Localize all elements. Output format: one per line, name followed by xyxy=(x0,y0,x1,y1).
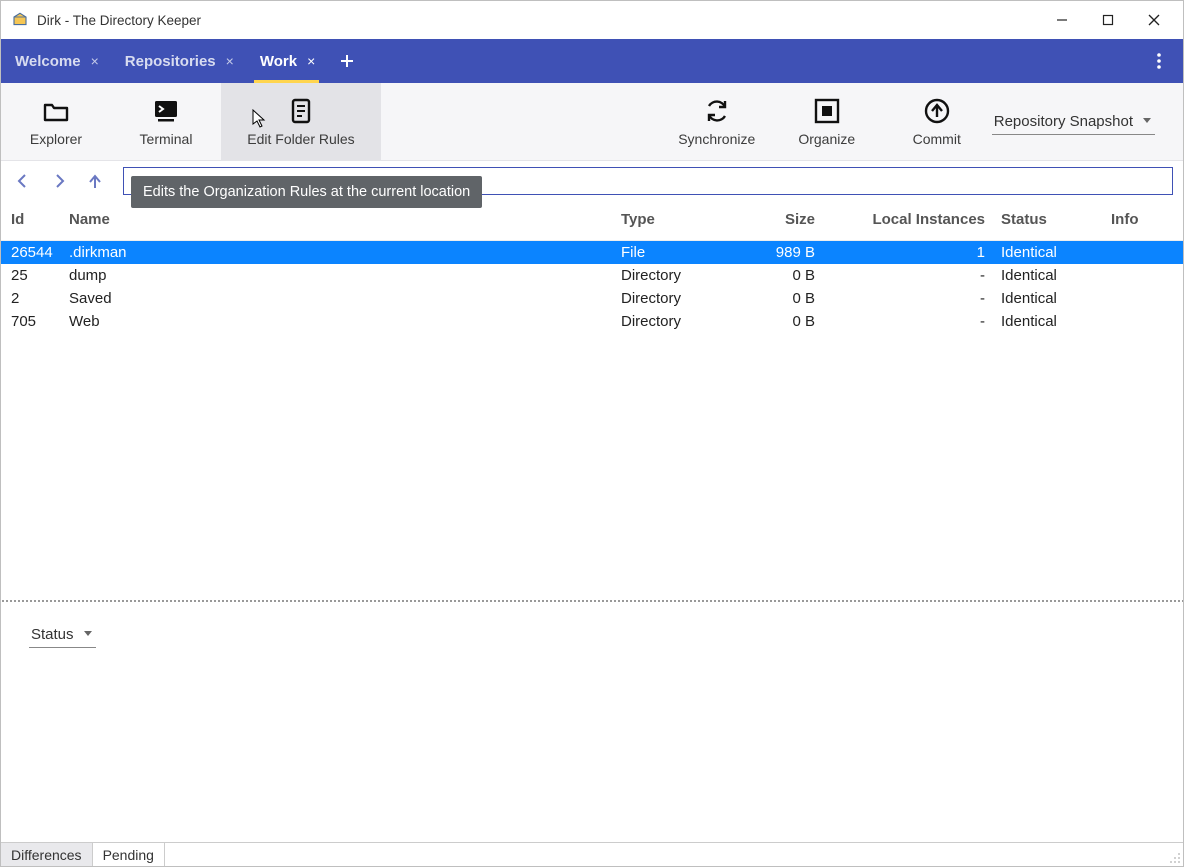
cell-info xyxy=(1103,241,1183,265)
terminal-button[interactable]: Terminal xyxy=(111,83,221,160)
titlebar: Dirk - The Directory Keeper xyxy=(1,1,1183,39)
bottom-tab-label: Pending xyxy=(103,847,154,863)
cell-status: Identical xyxy=(993,264,1103,287)
col-size[interactable]: Size xyxy=(723,201,823,241)
tab-welcome[interactable]: Welcome × xyxy=(1,39,111,83)
cell-type: Directory xyxy=(613,310,723,333)
toolbar-label: Commit xyxy=(913,131,961,147)
cell-local: - xyxy=(823,310,993,333)
minimize-button[interactable] xyxy=(1039,5,1085,35)
cell-local: 1 xyxy=(823,241,993,265)
tab-label: Repositories xyxy=(125,53,216,70)
bottom-tab-label: Differences xyxy=(11,847,82,863)
cell-name: .dirkman xyxy=(61,241,613,265)
maximize-button[interactable] xyxy=(1085,5,1131,35)
tab-repositories[interactable]: Repositories × xyxy=(111,39,246,83)
organize-icon xyxy=(813,97,841,125)
cell-id: 26544 xyxy=(1,241,61,265)
cell-name: dump xyxy=(61,264,613,287)
cell-size: 0 B xyxy=(723,264,823,287)
col-type[interactable]: Type xyxy=(613,201,723,241)
chevron-down-icon xyxy=(1141,113,1153,130)
table-row[interactable]: 705WebDirectory0 B-Identical xyxy=(1,310,1183,333)
organize-button[interactable]: Organize xyxy=(772,83,882,160)
table-row[interactable]: 26544.dirkmanFile989 B1Identical xyxy=(1,241,1183,265)
tab-label: Work xyxy=(260,53,297,70)
sync-icon xyxy=(703,97,731,125)
cell-name: Saved xyxy=(61,287,613,310)
bottom-tabs: Differences Pending xyxy=(1,842,1183,866)
nav-forward-button[interactable] xyxy=(43,165,75,197)
status-dropdown[interactable]: Status xyxy=(29,624,96,648)
toolbar: Explorer Terminal Edit Folder Rules Sync… xyxy=(1,83,1183,161)
lower-panel: Status xyxy=(1,602,1183,842)
toolbar-label: Synchronize xyxy=(678,131,755,147)
table-row[interactable]: 25dumpDirectory0 B-Identical xyxy=(1,264,1183,287)
cell-local: - xyxy=(823,287,993,310)
file-table: Id Name Type Size Local Instances Status… xyxy=(1,201,1183,333)
window-title: Dirk - The Directory Keeper xyxy=(37,13,201,28)
col-info[interactable]: Info xyxy=(1103,201,1183,241)
nav-back-button[interactable] xyxy=(7,165,39,197)
folder-icon xyxy=(42,97,70,125)
synchronize-button[interactable]: Synchronize xyxy=(662,83,772,160)
toolbar-label: Explorer xyxy=(30,131,82,147)
tooltip: Edits the Organization Rules at the curr… xyxy=(131,176,482,208)
rules-icon xyxy=(287,97,315,125)
toolbar-label: Organize xyxy=(798,131,855,147)
close-icon[interactable]: × xyxy=(226,54,234,68)
snapshot-dropdown[interactable]: Repository Snapshot xyxy=(992,83,1183,160)
cell-id: 2 xyxy=(1,287,61,310)
cell-local: - xyxy=(823,264,993,287)
col-local[interactable]: Local Instances xyxy=(823,201,993,241)
cell-size: 0 B xyxy=(723,287,823,310)
close-button[interactable] xyxy=(1131,5,1177,35)
cell-status: Identical xyxy=(993,310,1103,333)
cell-info xyxy=(1103,310,1183,333)
cell-size: 0 B xyxy=(723,310,823,333)
cell-size: 989 B xyxy=(723,241,823,265)
edit-folder-rules-button[interactable]: Edit Folder Rules xyxy=(221,83,381,160)
cell-status: Identical xyxy=(993,241,1103,265)
tab-work[interactable]: Work × xyxy=(246,39,327,83)
tabstrip: Welcome × Repositories × Work × xyxy=(1,39,1183,83)
commit-button[interactable]: Commit xyxy=(882,83,992,160)
bottom-tab-pending[interactable]: Pending xyxy=(93,843,165,866)
app-icon xyxy=(11,11,29,29)
cell-info xyxy=(1103,287,1183,310)
close-icon[interactable]: × xyxy=(307,54,315,68)
cell-info xyxy=(1103,264,1183,287)
table-empty-area xyxy=(1,333,1183,598)
cell-status: Identical xyxy=(993,287,1103,310)
col-status[interactable]: Status xyxy=(993,201,1103,241)
cell-id: 705 xyxy=(1,310,61,333)
tooltip-text: Edits the Organization Rules at the curr… xyxy=(143,184,470,200)
resize-grip-icon[interactable] xyxy=(1167,850,1181,864)
commit-icon xyxy=(923,97,951,125)
cell-id: 25 xyxy=(1,264,61,287)
snapshot-label: Repository Snapshot xyxy=(994,113,1133,130)
status-label: Status xyxy=(31,626,74,643)
explorer-button[interactable]: Explorer xyxy=(1,83,111,160)
toolbar-label: Terminal xyxy=(140,131,193,147)
new-tab-button[interactable] xyxy=(327,39,367,83)
chevron-down-icon xyxy=(82,626,94,643)
terminal-icon xyxy=(152,97,180,125)
cell-type: Directory xyxy=(613,287,723,310)
table-row[interactable]: 2SavedDirectory0 B-Identical xyxy=(1,287,1183,310)
cell-name: Web xyxy=(61,310,613,333)
tab-label: Welcome xyxy=(15,53,81,70)
toolbar-label: Edit Folder Rules xyxy=(247,131,354,147)
col-id[interactable]: Id xyxy=(1,201,61,241)
cell-type: File xyxy=(613,241,723,265)
overflow-menu-button[interactable] xyxy=(1135,39,1183,83)
close-icon[interactable]: × xyxy=(91,54,99,68)
nav-up-button[interactable] xyxy=(79,165,111,197)
bottom-tab-differences[interactable]: Differences xyxy=(1,842,93,866)
cell-type: Directory xyxy=(613,264,723,287)
